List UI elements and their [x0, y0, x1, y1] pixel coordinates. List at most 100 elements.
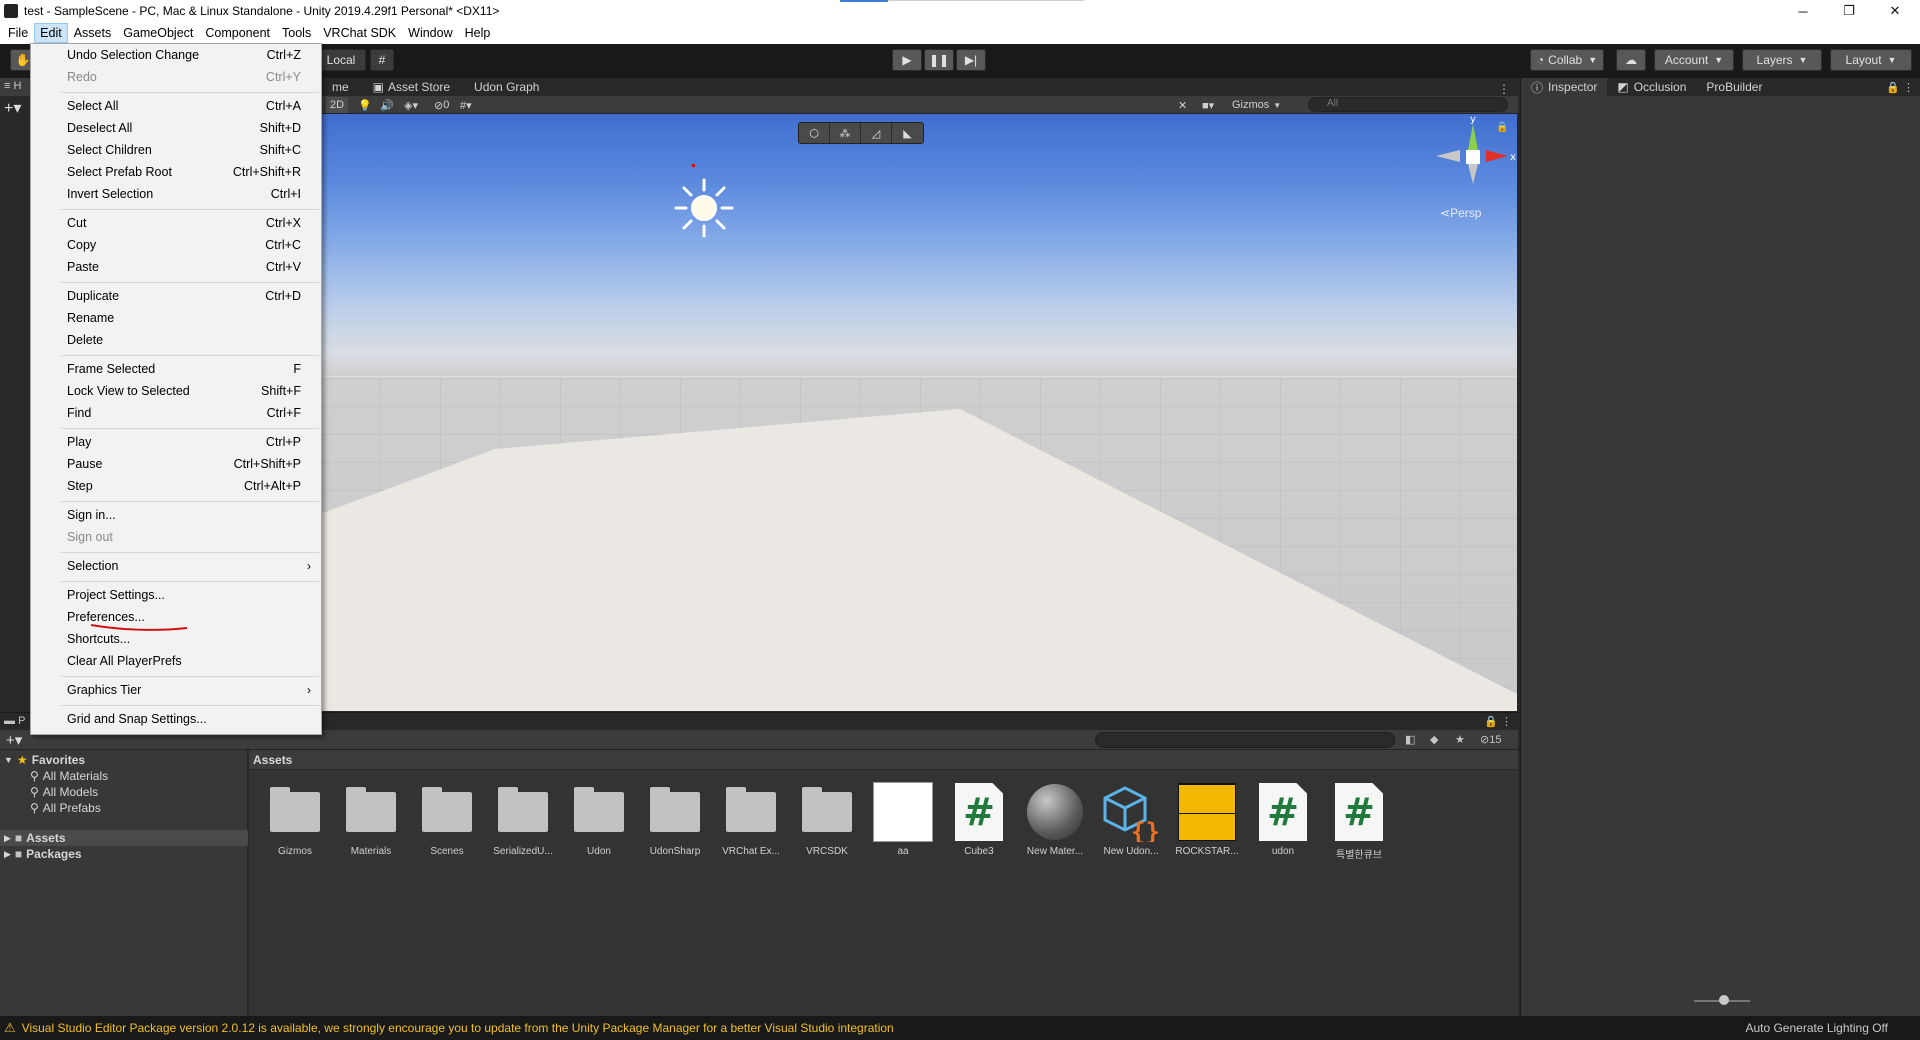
restore-button[interactable]: ❐ [1826, 0, 1872, 22]
effects-toggle-icon[interactable]: ◈▾ [404, 97, 418, 113]
inspector-lock-icon[interactable]: 🔒 ⋮ [1886, 81, 1920, 94]
face-tool-icon[interactable]: ◣ [892, 123, 923, 143]
menu-edit[interactable]: Edit [34, 23, 68, 43]
layers-dropdown[interactable]: Layers ▼ [1742, 49, 1822, 71]
menu-item-grid-snap[interactable]: Grid and Snap Settings... [31, 708, 321, 730]
menu-item-delete[interactable]: Delete [31, 329, 321, 351]
menu-item-redo[interactable]: Redo Ctrl+Y [31, 66, 321, 88]
tree-packages[interactable]: ▶ ■ Packages [0, 846, 248, 862]
asset-texture-rockstar[interactable]: ROCKSTAR... [1169, 782, 1245, 857]
menu-item-clear-playerprefs[interactable]: Clear All PlayerPrefs [31, 650, 321, 672]
menu-help[interactable]: Help [459, 23, 497, 43]
asset-folder-scenes[interactable]: Scenes [409, 782, 485, 857]
menu-item-invert-selection[interactable]: Invert Selection Ctrl+I [31, 183, 321, 205]
menu-component[interactable]: Component [199, 23, 276, 43]
tools-icon[interactable]: ✕ [1178, 97, 1187, 113]
favorite-all-prefabs[interactable]: ⚲ All Prefabs [0, 800, 248, 816]
tab-occlusion[interactable]: ◩ Occlusion [1607, 78, 1696, 96]
cube-tool-icon[interactable]: ⬡ [799, 123, 830, 143]
menu-vrchat-sdk[interactable]: VRChat SDK [317, 23, 402, 43]
close-button[interactable]: ✕ [1872, 0, 1918, 22]
asset-folder-gizmos[interactable]: Gizmos [257, 782, 333, 857]
create-asset-button[interactable]: +▾ [6, 731, 22, 749]
zoom-slider-handle[interactable] [1719, 995, 1729, 1005]
menu-item-frame-selected[interactable]: Frame Selected F [31, 358, 321, 380]
asset-folder-materials[interactable]: Materials [333, 782, 409, 857]
menu-item-copy[interactable]: Copy Ctrl+C [31, 234, 321, 256]
pause-button[interactable]: ❚❚ [924, 49, 954, 71]
asset-folder-vrchat-examples[interactable]: VRChat Ex... [713, 782, 789, 857]
hierarchy-add-button[interactable]: +▾ [4, 98, 21, 118]
scene-search-input[interactable]: All [1308, 97, 1508, 112]
asset-script-udon[interactable]: # udon [1245, 782, 1321, 857]
tree-assets[interactable]: ▶ ■ Assets [0, 830, 248, 846]
menu-item-play[interactable]: Play Ctrl+P [31, 431, 321, 453]
asset-folder-udonsharp[interactable]: UdonSharp [637, 782, 713, 857]
perspective-label[interactable]: ⋖Persp [1440, 206, 1481, 220]
asset-script-special-cube[interactable]: # 특별한큐브 [1321, 782, 1397, 861]
cloud-button[interactable]: ☁ [1616, 49, 1646, 71]
menu-file[interactable]: File [2, 23, 34, 43]
filter-label-icon[interactable]: ◆ [1430, 733, 1438, 746]
lighting-status[interactable]: Auto Generate Lighting Off [1745, 1021, 1888, 1035]
favorites-row[interactable]: ▼ ★ Favorites [0, 752, 248, 768]
asset-udon-program[interactable]: {} New Udon... [1093, 782, 1169, 857]
menu-item-find[interactable]: Find Ctrl+F [31, 402, 321, 424]
grid-snap-button[interactable]: # [370, 49, 394, 71]
asset-image-aa[interactable]: aa [865, 782, 941, 857]
menu-tools[interactable]: Tools [276, 23, 317, 43]
lighting-toggle-icon[interactable]: 💡 [358, 97, 372, 113]
project-search-input[interactable] [1095, 732, 1395, 748]
menu-item-pause[interactable]: Pause Ctrl+Shift+P [31, 453, 321, 475]
hidden-objects-toggle[interactable]: ⊘ 0 [434, 97, 449, 113]
menu-item-lock-view[interactable]: Lock View to Selected Shift+F [31, 380, 321, 402]
menu-item-sign-in[interactable]: Sign in... [31, 504, 321, 526]
camera-icon[interactable]: ■▾ [1202, 97, 1214, 113]
menu-gameobject[interactable]: GameObject [117, 23, 199, 43]
layout-dropdown[interactable]: Layout ▼ [1830, 49, 1912, 71]
menu-item-duplicate[interactable]: Duplicate Ctrl+D [31, 285, 321, 307]
scene-viewport[interactable]: ⬡ ⁂ ◿ ◣ y x 🔒 ⋖Persp [320, 114, 1517, 711]
menu-item-rename[interactable]: Rename [31, 307, 321, 329]
asset-folder-udon[interactable]: Udon [561, 782, 637, 857]
breadcrumb[interactable]: Assets [249, 750, 1518, 770]
menu-assets[interactable]: Assets [68, 23, 118, 43]
gizmos-dropdown[interactable]: Gizmos ▼ [1232, 97, 1281, 113]
menu-window[interactable]: Window [402, 23, 458, 43]
menu-item-project-settings[interactable]: Project Settings... [31, 584, 321, 606]
hidden-packages-toggle[interactable]: ⊘15 [1480, 733, 1501, 746]
favorite-all-materials[interactable]: ⚲ All Materials [0, 768, 248, 784]
collab-dropdown[interactable]: ◔ Collab ▼ [1530, 49, 1604, 71]
sun-icon[interactable] [674, 178, 734, 238]
play-button[interactable]: ▶ [892, 49, 922, 71]
asset-folder-serialized[interactable]: SerializedU... [485, 782, 561, 857]
menu-item-paste[interactable]: Paste Ctrl+V [31, 256, 321, 278]
asset-material-new[interactable]: New Mater... [1017, 782, 1093, 857]
tab-udon-graph[interactable]: Udon Graph [462, 78, 551, 96]
filter-type-icon[interactable]: ◧ [1405, 733, 1415, 746]
favorite-all-models[interactable]: ⚲ All Models [0, 784, 248, 800]
grid-toggle-icon[interactable]: #▾ [460, 97, 472, 113]
lock-icon[interactable]: 🔒 [1496, 122, 1508, 133]
audio-toggle-icon[interactable]: 🔊 [380, 97, 394, 113]
menu-item-cut[interactable]: Cut Ctrl+X [31, 212, 321, 234]
step-button[interactable]: ▶| [956, 49, 986, 71]
asset-folder-vrcsdk[interactable]: VRCSDK [789, 782, 865, 857]
tab-inspector[interactable]: ⓘ Inspector [1521, 78, 1608, 96]
asset-script-cube3[interactable]: # Cube3 [941, 782, 1017, 857]
menu-item-undo[interactable]: Undo Selection Change Ctrl+Z [31, 44, 321, 66]
pivot-rotation-button[interactable]: Local [316, 49, 366, 71]
menu-item-graphics-tier[interactable]: Graphics Tier › [31, 679, 321, 701]
tab-project[interactable]: ▬ P [4, 715, 25, 727]
edge-tool-icon[interactable]: ◿ [861, 123, 892, 143]
hierarchy-tab[interactable]: ≡ H [0, 78, 34, 96]
account-dropdown[interactable]: Account ▼ [1654, 49, 1734, 71]
project-lock-icon[interactable]: 🔒 ⋮ [1484, 715, 1512, 728]
menu-item-select-all[interactable]: Select All Ctrl+A [31, 95, 321, 117]
minimize-button[interactable]: ─ [1780, 0, 1826, 22]
menu-item-select-children[interactable]: Select Children Shift+C [31, 139, 321, 161]
menu-item-sign-out[interactable]: Sign out [31, 526, 321, 548]
menu-item-deselect-all[interactable]: Deselect All Shift+D [31, 117, 321, 139]
toggle-2d-button[interactable]: 2D [326, 97, 349, 113]
tab-game[interactable]: me [320, 78, 361, 96]
